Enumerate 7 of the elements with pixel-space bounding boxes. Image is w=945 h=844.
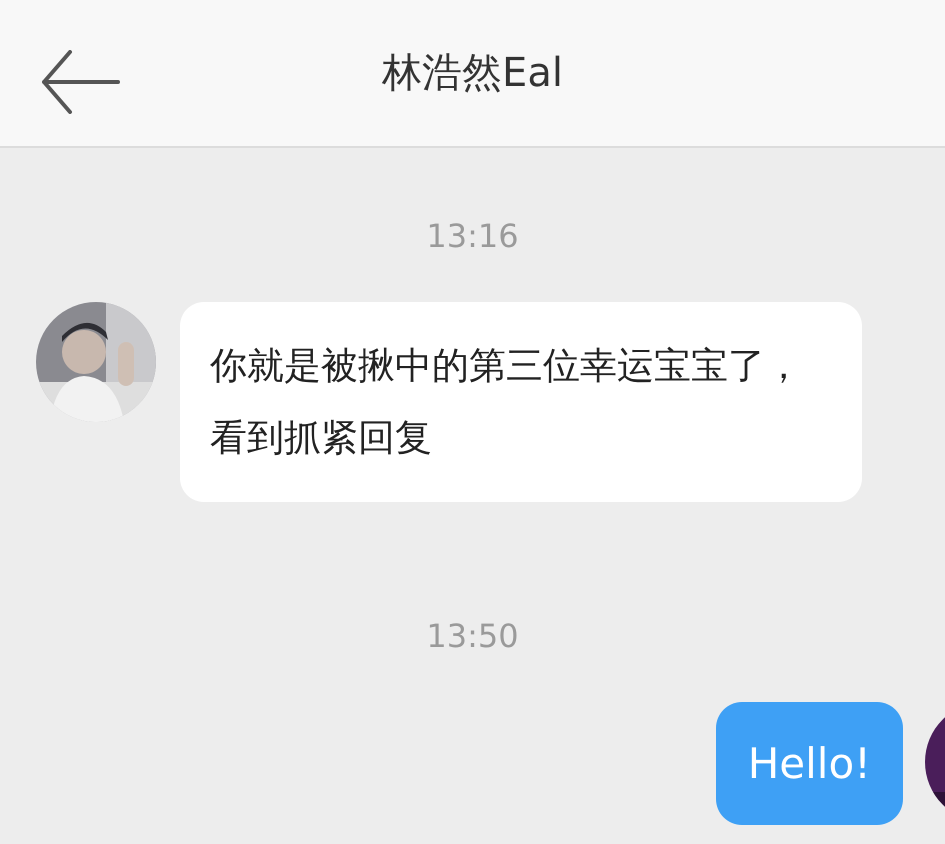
message-bubble: Hello! [716, 702, 903, 825]
timestamp: 13:16 [425, 216, 520, 257]
chat-title: 林浩然Eal [382, 53, 563, 93]
message-bubble: 你就是被揪中的第三位幸运宝宝了，看到抓紧回复 [180, 302, 862, 502]
timestamp: 13:50 [425, 616, 520, 657]
back-icon [40, 50, 122, 114]
back-button[interactable] [40, 50, 122, 114]
